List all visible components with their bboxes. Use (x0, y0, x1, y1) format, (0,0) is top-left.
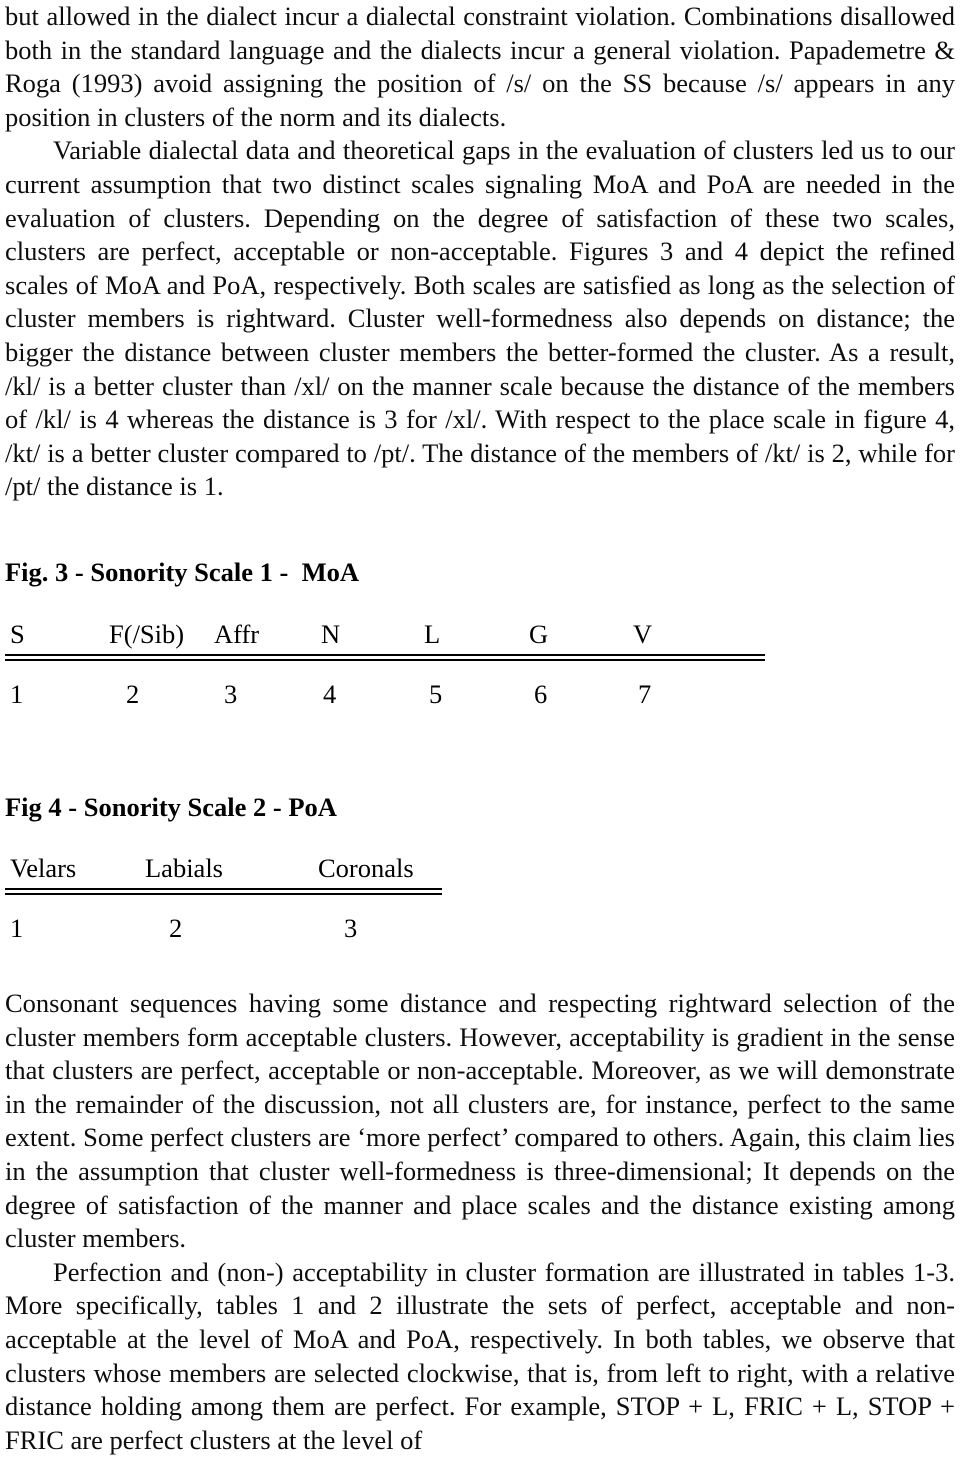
paragraph-4: Perfection and (non-) acceptability in c… (5, 1256, 955, 1455)
paragraph-3: Consonant sequences having some distance… (5, 988, 955, 1254)
figure-3-header-cell-6: G (529, 618, 549, 649)
figure-4-caption-gap (5, 824, 955, 850)
figure-4-rule-gap (5, 896, 955, 910)
figure-4-header-cell-2: Labials (145, 853, 223, 884)
figure-3-value-cell-5: 5 (429, 678, 443, 709)
spacer-after-figure-4 (0, 947, 960, 987)
figure-4-value-row: 1 2 3 (5, 910, 955, 947)
figure-3: Fig. 3 - Sonority Scale 1 - MoA S F(/Sib… (0, 556, 960, 713)
figure-3-header-cell-7: V (633, 618, 653, 649)
figure-4-header-row: Velars Labials Coronals (5, 850, 955, 887)
figure-3-caption-gap (5, 590, 955, 616)
spacer-between-figures-2 (0, 765, 960, 791)
figure-4-caption: Fig 4 - Sonority Scale 2 - PoA (5, 791, 337, 822)
figure-3-header-cell-1: S (10, 618, 25, 649)
paragraph-2: Variable dialectal data and theoretical … (5, 135, 955, 502)
figure-4-header-cell-1: Velars (10, 853, 77, 884)
figure-3-value-cell-4: 4 (323, 678, 337, 709)
figure-3-header-cell-4: N (321, 618, 341, 649)
figure-4-value-cell-2: 2 (169, 913, 183, 944)
figure-4: Fig 4 - Sonority Scale 2 - PoA Velars La… (0, 791, 960, 948)
figure-4-value-cell-1: 1 (10, 913, 24, 944)
figure-3-header-cell-3: Affr (214, 618, 260, 649)
spacer-before-figure-3 (0, 504, 960, 556)
figure-4-value-cell-3: 3 (344, 913, 358, 944)
figure-4-double-rule (5, 887, 955, 896)
figure-3-value-cell-6: 6 (534, 678, 548, 709)
figure-3-double-rule (5, 653, 955, 662)
figure-3-caption: Fig. 3 - Sonority Scale 1 - MoA (5, 556, 360, 587)
figure-4-header-cell-3: Coronals (318, 853, 414, 884)
figure-3-value-row: 1 2 3 4 5 6 7 (5, 676, 955, 713)
figure-3-header-cell-5: L (424, 618, 441, 649)
figure-3-value-cell-7: 7 (638, 678, 652, 709)
document-page: but allowed in the dialect incur a diale… (0, 0, 960, 1476)
figure-3-value-cell-1: 1 (10, 678, 24, 709)
paragraph-1: but allowed in the dialect incur a diale… (5, 1, 955, 132)
figure-3-rule-gap (5, 662, 955, 676)
figure-3-header-row: S F(/Sib) Affr N L G V (5, 616, 955, 653)
spacer-between-figures (0, 713, 960, 765)
figure-3-header-cell-2: F(/Sib) (109, 618, 185, 649)
figure-3-value-cell-2: 2 (126, 678, 140, 709)
figure-3-value-cell-3: 3 (224, 678, 238, 709)
